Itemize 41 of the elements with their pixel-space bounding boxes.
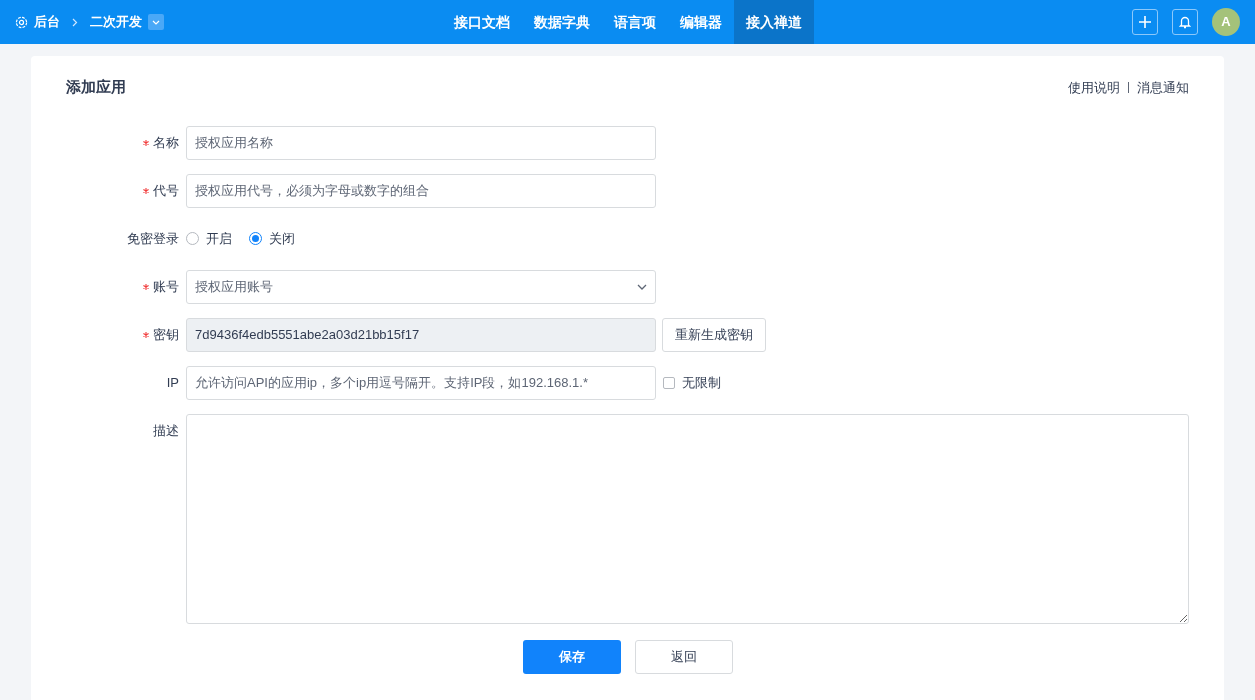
radio-button[interactable] (186, 232, 199, 245)
field-label: 名称 (153, 133, 179, 152)
radio-label: 开启 (206, 229, 232, 248)
plus-icon (1138, 15, 1152, 29)
back-button[interactable]: 返回 (634, 639, 733, 674)
field-label: IP (166, 373, 179, 392)
field-label: 密钥 (153, 325, 179, 344)
field-label: 代号 (153, 181, 179, 200)
nav-tab[interactable]: 编辑器 (667, 0, 734, 44)
chevron-down-icon (152, 19, 160, 25)
header-link[interactable]: 使用说明 (1068, 77, 1120, 97)
page-title: 添加应用 (66, 77, 126, 97)
checkbox[interactable] (663, 376, 675, 389)
settings-icon (15, 15, 28, 29)
nav-tab[interactable]: 语言项 (601, 0, 668, 44)
regenerate-button[interactable]: 重新生成密钥 (662, 317, 766, 352)
project-dropdown-button[interactable] (148, 14, 164, 30)
text-input[interactable]: 授权应用代号，必须为字母或数字的组合 (186, 173, 656, 208)
chevron-down-icon (637, 283, 647, 290)
checkbox-label: 无限制 (682, 373, 721, 392)
field-label: 账号 (153, 277, 179, 296)
select-field[interactable]: 授权应用账号 (186, 269, 656, 304)
text-input[interactable]: 授权应用名称 (186, 125, 656, 160)
nav-tab[interactable]: 接口文档 (441, 0, 522, 44)
home-link[interactable]: 后台 (34, 12, 60, 32)
radio-label: 关闭 (269, 229, 295, 248)
nav-tab[interactable]: 接入禅道 (733, 0, 814, 44)
avatar[interactable]: A (1212, 8, 1240, 36)
project-name[interactable]: 二次开发 (90, 12, 142, 32)
field-label: 描述 (153, 421, 179, 440)
save-button[interactable]: 保存 (522, 639, 621, 674)
ip-input[interactable]: 允许访问API的应用ip，多个ip用逗号隔开。支持IP段，如192.168.1.* (186, 365, 656, 400)
header-link[interactable]: 消息通知 (1137, 77, 1189, 97)
field-label: 免密登录 (127, 229, 179, 248)
nav-tab[interactable]: 数据字典 (521, 0, 602, 44)
add-button[interactable] (1132, 9, 1158, 35)
notification-button[interactable] (1172, 9, 1198, 35)
chevron-right-icon (72, 17, 78, 27)
bell-icon (1179, 15, 1191, 29)
radio-button[interactable] (249, 232, 262, 245)
readonly-field: 7d9436f4edb5551abe2a03d21bb15f17 (186, 317, 656, 352)
